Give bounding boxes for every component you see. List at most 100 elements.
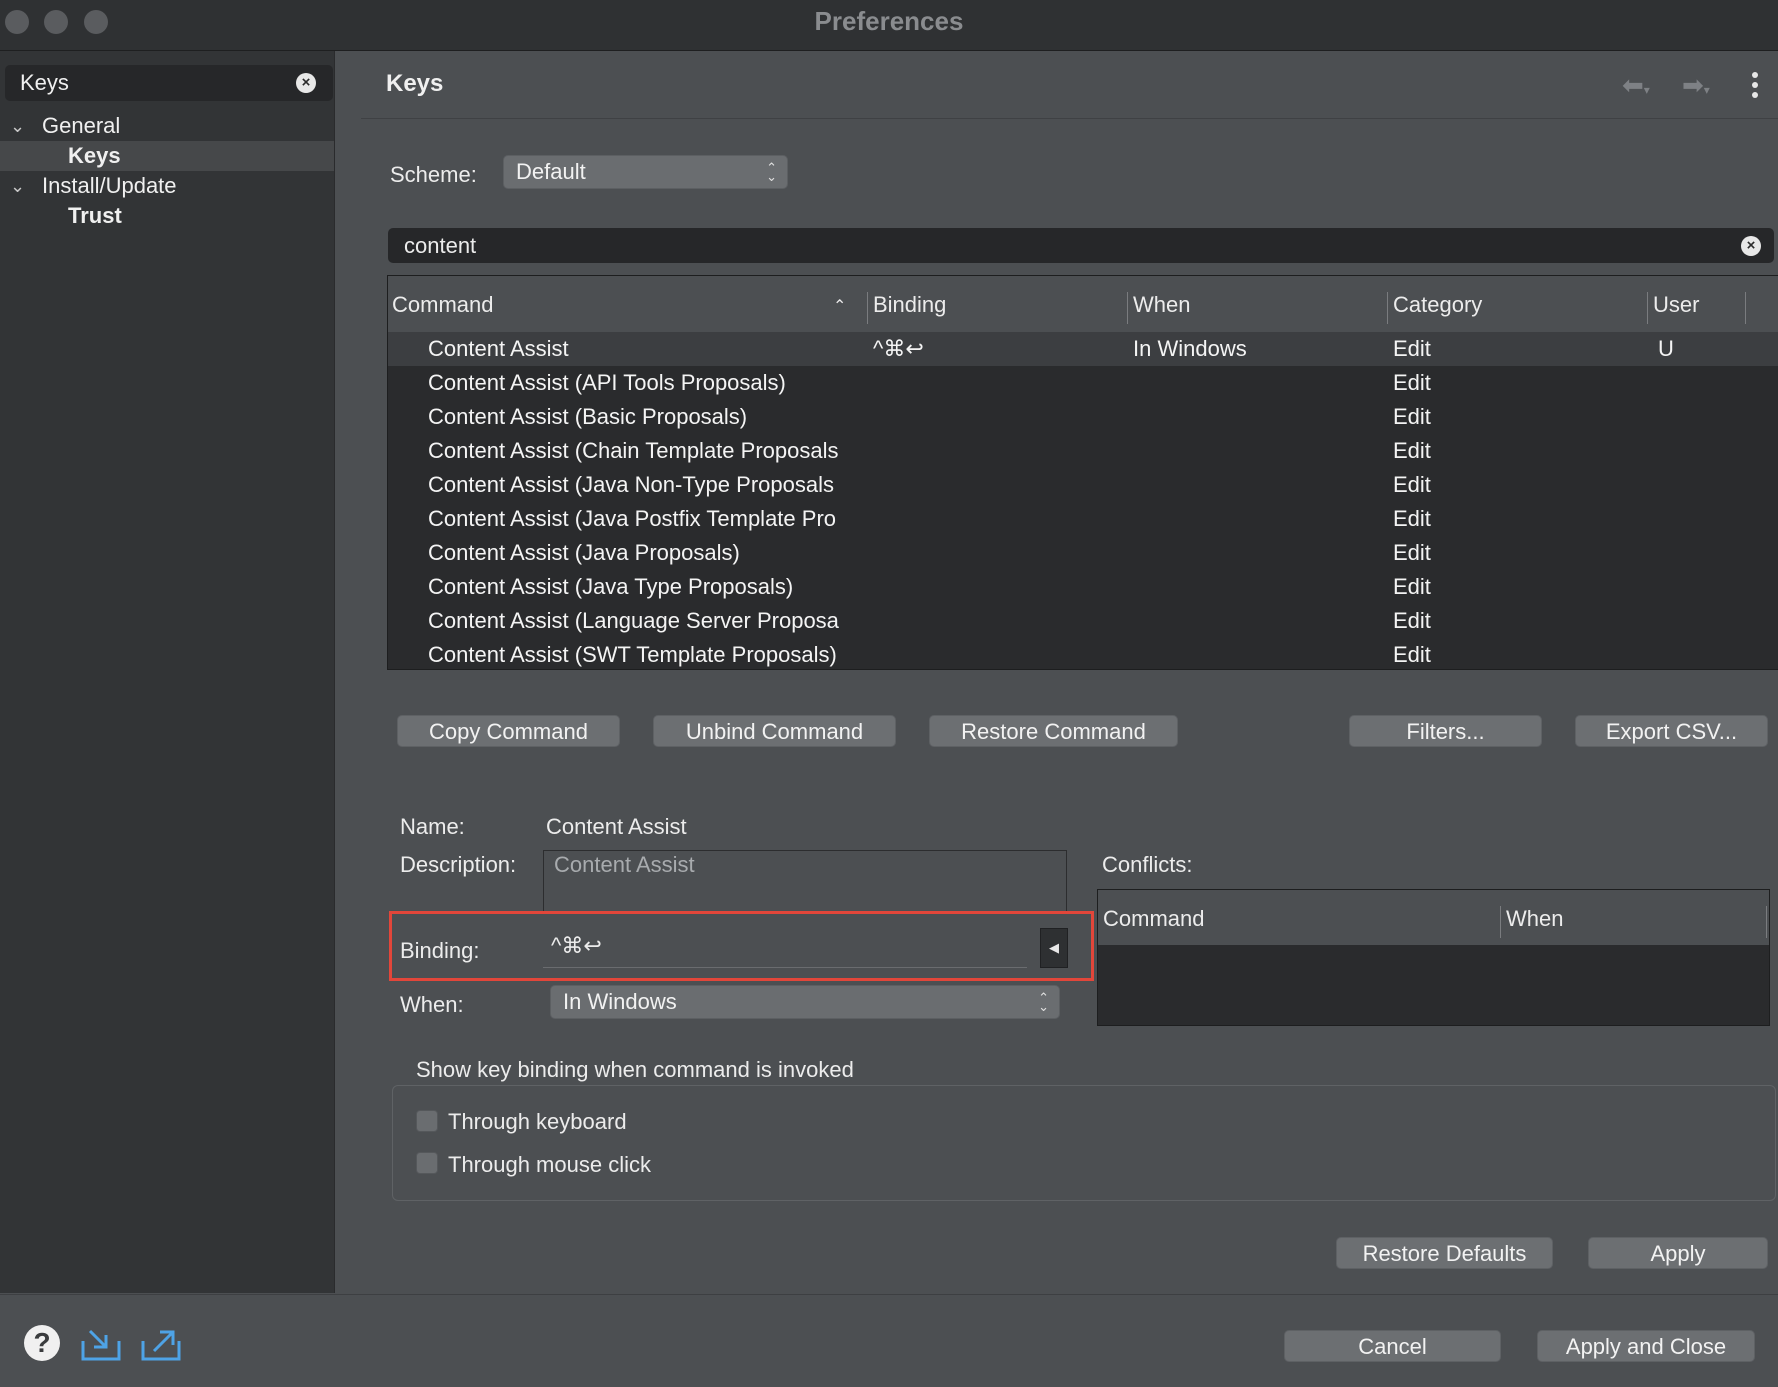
column-separator xyxy=(1766,906,1767,938)
cell-category: Edit xyxy=(1393,642,1431,667)
unbind-command-button[interactable]: Unbind Command xyxy=(653,715,896,747)
cell-binding: ^⌘↩ xyxy=(873,336,924,361)
cell-when: In Windows xyxy=(1133,336,1247,361)
table-row[interactable]: Content Assist (SWT Template Proposals) E… xyxy=(388,638,1778,669)
sidebar-item-label: General xyxy=(42,113,121,138)
filters-button[interactable]: Filters... xyxy=(1349,715,1542,747)
column-header-when[interactable]: When xyxy=(1506,906,1563,932)
table-row[interactable]: Content Assist (Basic Proposals) Edit xyxy=(388,400,1778,434)
when-select[interactable]: In Windows ⌃ ⌄ xyxy=(550,985,1060,1019)
conflicts-table: Command When xyxy=(1097,889,1770,1026)
clear-search-icon[interactable]: × xyxy=(1741,236,1761,256)
table-row[interactable]: Content Assist (Language Server Proposa E… xyxy=(388,604,1778,638)
show-binding-group xyxy=(392,1085,1776,1201)
clear-filter-icon[interactable]: × xyxy=(296,73,316,93)
cell-category: Edit xyxy=(1393,608,1431,633)
conflicts-label: Conflicts: xyxy=(1102,852,1193,877)
column-header-binding[interactable]: Binding xyxy=(873,292,946,318)
cell-command: Content Assist (SWT Template Proposals) xyxy=(428,642,837,667)
sidebar-item-keys[interactable]: Keys xyxy=(0,141,334,171)
cell-command: Content Assist xyxy=(428,336,569,361)
cell-command: Content Assist (Java Postfix Template Pr… xyxy=(428,506,836,531)
cell-command: Content Assist (Java Proposals) xyxy=(428,540,740,565)
cell-category: Edit xyxy=(1393,404,1431,429)
chevron-down-icon[interactable]: ⌄ xyxy=(10,111,25,141)
description-value: Content Assist xyxy=(554,852,695,877)
description-field[interactable]: Content Assist xyxy=(543,850,1067,914)
show-binding-title: Show key binding when command is invoked xyxy=(416,1057,854,1082)
description-label: Description: xyxy=(400,852,517,877)
sidebar-item-label: Trust xyxy=(68,203,122,228)
name-label: Name: xyxy=(400,814,465,839)
column-separator xyxy=(1745,292,1746,324)
header-divider xyxy=(361,118,1778,119)
window-title: Preferences xyxy=(814,6,964,36)
table-row[interactable]: Content Assist (Java Type Proposals) Edit xyxy=(388,570,1778,604)
through-mouse-click-checkbox[interactable] xyxy=(416,1152,438,1174)
scheme-label: Scheme: xyxy=(390,162,477,187)
export-icon[interactable] xyxy=(140,1323,182,1363)
sidebar-item-label: Install/Update xyxy=(42,173,177,198)
apply-and-close-button[interactable]: Apply and Close xyxy=(1537,1330,1755,1362)
page-title: Keys xyxy=(386,70,444,97)
sidebar-item-install-update[interactable]: ⌄ Install/Update xyxy=(0,171,334,201)
column-separator xyxy=(1500,906,1501,938)
sidebar-filter-input[interactable]: Keys × xyxy=(5,65,333,101)
sidebar-item-general[interactable]: ⌄ General xyxy=(0,111,334,141)
through-keyboard-label: Through keyboard xyxy=(448,1109,627,1134)
table-header: Command ⌃ Binding When Category User xyxy=(388,276,1778,333)
when-select-value: In Windows xyxy=(563,989,677,1014)
cell-user: U xyxy=(1658,336,1674,361)
restore-command-button[interactable]: Restore Command xyxy=(929,715,1178,747)
cell-category: Edit xyxy=(1393,370,1431,395)
cell-category: Edit xyxy=(1393,438,1431,463)
table-row[interactable]: Content Assist (Java Proposals) Edit xyxy=(388,536,1778,570)
copy-command-button[interactable]: Copy Command xyxy=(397,715,620,747)
keys-search-input[interactable]: content × xyxy=(388,228,1774,263)
preferences-sidebar: Keys × ⌄ General Keys ⌄ Install/Update T… xyxy=(0,51,335,1293)
column-separator xyxy=(1387,292,1388,324)
column-separator xyxy=(867,292,868,324)
search-value: content xyxy=(404,233,477,258)
name-value: Content Assist xyxy=(546,814,687,839)
through-mouse-click-label: Through mouse click xyxy=(448,1152,651,1177)
cell-command: Content Assist (Java Type Proposals) xyxy=(428,574,794,599)
cell-command: Content Assist (Basic Proposals) xyxy=(428,404,748,429)
column-header-user[interactable]: User xyxy=(1653,292,1699,318)
restore-defaults-button[interactable]: Restore Defaults xyxy=(1336,1237,1553,1269)
back-arrow-icon[interactable]: ⬅▾ xyxy=(1622,70,1650,101)
sidebar-item-label: Keys xyxy=(68,143,121,168)
table-row[interactable]: Content Assist ^⌘↩ In Windows Edit U xyxy=(388,332,1778,366)
updown-chevron-icon: ⌃ ⌄ xyxy=(766,160,777,184)
cell-command: Content Assist (API Tools Proposals) xyxy=(428,370,786,395)
cell-category: Edit xyxy=(1393,472,1431,497)
column-header-command[interactable]: Command xyxy=(392,292,493,318)
updown-chevron-icon: ⌃ ⌄ xyxy=(1038,990,1049,1014)
through-keyboard-checkbox[interactable] xyxy=(416,1110,438,1132)
apply-button[interactable]: Apply xyxy=(1588,1237,1768,1269)
chevron-down-icon[interactable]: ⌄ xyxy=(10,171,25,201)
table-row[interactable]: Content Assist (API Tools Proposals) Edit xyxy=(388,366,1778,400)
sidebar-item-trust[interactable]: Trust xyxy=(0,201,334,231)
table-row[interactable]: Content Assist (Java Non-Type Proposals E… xyxy=(388,468,1778,502)
column-header-when[interactable]: When xyxy=(1133,292,1190,318)
export-csv-button[interactable]: Export CSV... xyxy=(1575,715,1768,747)
column-separator xyxy=(1127,292,1128,324)
commands-table: Command ⌃ Binding When Category User Con… xyxy=(387,275,1778,670)
table-row[interactable]: Content Assist (Java Postfix Template Pr… xyxy=(388,502,1778,536)
cancel-button[interactable]: Cancel xyxy=(1284,1330,1501,1362)
column-header-command[interactable]: Command xyxy=(1103,906,1204,932)
import-icon[interactable] xyxy=(80,1325,122,1363)
view-menu-icon[interactable] xyxy=(1752,72,1760,98)
sort-ascending-icon[interactable]: ⌃ xyxy=(833,296,846,316)
scheme-select[interactable]: Default ⌃ ⌄ xyxy=(503,155,788,189)
sidebar-filter-value: Keys xyxy=(20,70,69,95)
binding-highlight-box xyxy=(389,911,1094,981)
table-row[interactable]: Content Assist (Chain Template Proposals… xyxy=(388,434,1778,468)
cell-category: Edit xyxy=(1393,336,1431,361)
cell-category: Edit xyxy=(1393,506,1431,531)
forward-arrow-icon[interactable]: ➡▾ xyxy=(1682,70,1710,101)
dialog-footer: ? Cancel Apply and Close xyxy=(0,1294,1778,1387)
help-icon[interactable]: ? xyxy=(24,1325,60,1361)
column-header-category[interactable]: Category xyxy=(1393,292,1482,318)
